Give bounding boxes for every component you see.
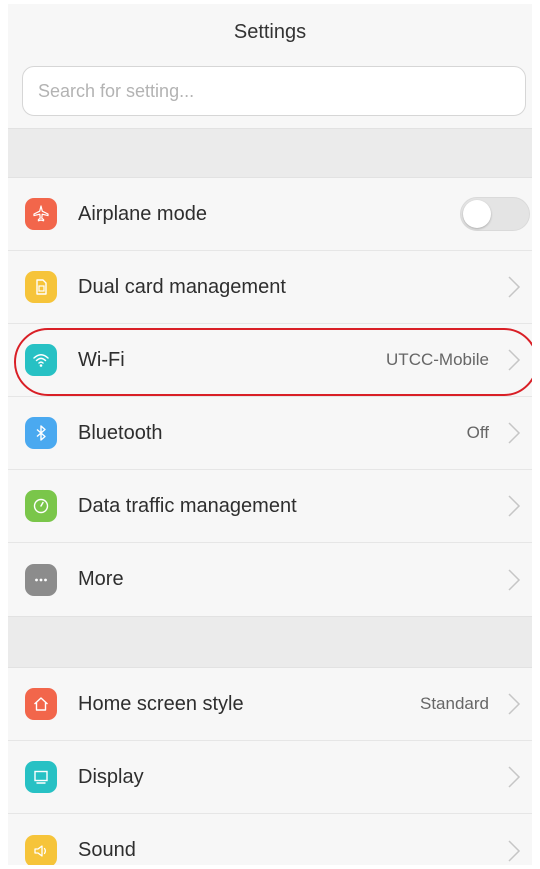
section-divider	[8, 128, 532, 178]
setting-dual-card-management[interactable]: Dual card management	[8, 251, 532, 324]
setting-label: Data traffic management	[78, 494, 297, 517]
setting-home-screen-style[interactable]: Home screen style Standard	[8, 668, 532, 741]
setting-data-traffic-management[interactable]: Data traffic management	[8, 470, 532, 543]
setting-airplane-mode[interactable]: Airplane mode	[8, 178, 532, 251]
data-traffic-icon	[25, 490, 57, 522]
setting-label: Home screen style	[78, 692, 244, 715]
section-divider	[8, 616, 532, 668]
setting-sound[interactable]: Sound	[8, 814, 532, 865]
settings-screen: Settings Search for setting... Airplane …	[8, 4, 532, 865]
setting-label: More	[78, 568, 124, 590]
more-icon	[25, 563, 57, 596]
setting-display[interactable]: Display	[8, 741, 532, 814]
setting-label: Bluetooth	[78, 421, 163, 444]
display-icon	[25, 761, 57, 793]
page-title: Settings	[233, 20, 307, 43]
sim-card-icon	[25, 271, 57, 303]
sound-icon	[25, 834, 57, 865]
toggle-knob	[463, 200, 491, 228]
wifi-icon	[25, 344, 57, 376]
setting-value: Standard	[420, 694, 489, 713]
chevron-right-icon	[508, 276, 521, 298]
setting-bluetooth[interactable]: Bluetooth Off	[8, 397, 532, 470]
chevron-right-icon	[508, 422, 521, 444]
setting-label: Airplane mode	[78, 202, 207, 225]
setting-label: Wi-Fi	[78, 348, 125, 371]
setting-value: UTCC-Mobile	[386, 350, 489, 369]
chevron-right-icon	[508, 349, 521, 371]
setting-value: Off	[466, 423, 489, 442]
setting-more[interactable]: More	[8, 543, 532, 616]
chevron-right-icon	[508, 568, 521, 591]
bluetooth-icon	[25, 417, 57, 449]
chevron-right-icon	[508, 693, 521, 715]
setting-label: Dual card management	[78, 275, 286, 298]
airplane-mode-toggle[interactable]	[460, 197, 530, 231]
chevron-right-icon	[508, 766, 521, 788]
chevron-right-icon	[508, 495, 521, 517]
chevron-right-icon	[508, 839, 521, 862]
search-container: Search for setting...	[8, 60, 532, 122]
setting-label: Display	[78, 765, 144, 788]
setting-label: Sound	[78, 839, 136, 861]
setting-wifi[interactable]: Wi-Fi UTCC-Mobile	[8, 324, 532, 397]
search-input[interactable]: Search for setting...	[22, 66, 526, 116]
airplane-icon	[25, 198, 57, 230]
home-icon	[25, 688, 57, 720]
